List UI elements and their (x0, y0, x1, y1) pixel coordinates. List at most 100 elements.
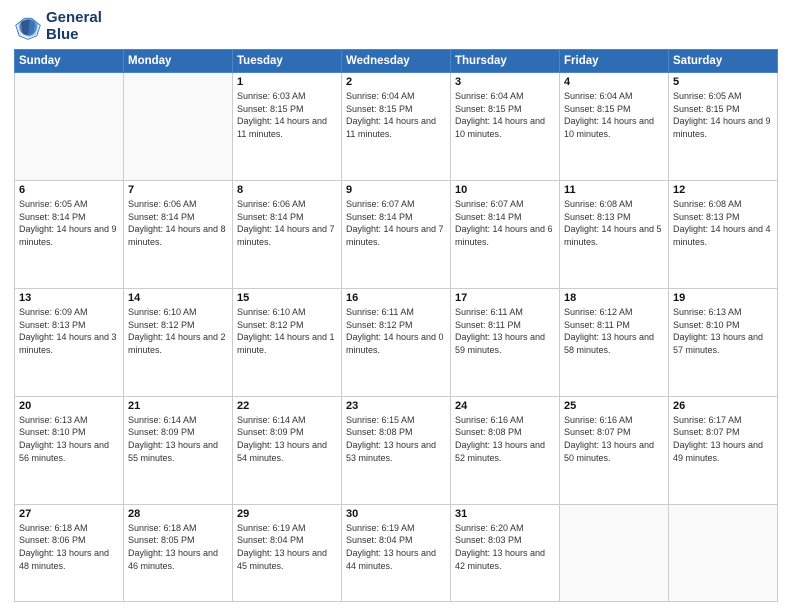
col-header-tuesday: Tuesday (233, 50, 342, 73)
day-info: Sunrise: 6:15 AM Sunset: 8:08 PM Dayligh… (346, 414, 446, 464)
day-info: Sunrise: 6:14 AM Sunset: 8:09 PM Dayligh… (128, 414, 228, 464)
day-info: Sunrise: 6:11 AM Sunset: 8:12 PM Dayligh… (346, 306, 446, 356)
calendar-cell: 2 Sunrise: 6:04 AM Sunset: 8:15 PM Daylig… (342, 73, 451, 181)
calendar-cell: 17 Sunrise: 6:11 AM Sunset: 8:11 PM Dayli… (451, 288, 560, 396)
calendar-table: SundayMondayTuesdayWednesdayThursdayFrid… (14, 49, 778, 602)
calendar-cell: 29Sunrise: 6:19 AM Sunset: 8:04 PM Dayli… (233, 504, 342, 601)
day-number: 7 (128, 184, 228, 196)
day-info: Sunrise: 6:11 AM Sunset: 8:11 PM Dayligh… (455, 306, 555, 356)
calendar-cell: 21Sunrise: 6:14 AM Sunset: 8:09 PM Dayli… (124, 396, 233, 504)
calendar-cell: 9 Sunrise: 6:07 AM Sunset: 8:14 PM Daylig… (342, 180, 451, 288)
calendar-cell: 8 Sunrise: 6:06 AM Sunset: 8:14 PM Daylig… (233, 180, 342, 288)
day-info: Sunrise: 6:04 AM Sunset: 8:15 PM Dayligh… (455, 90, 555, 140)
calendar-cell: 14 Sunrise: 6:10 AM Sunset: 8:12 PM Dayli… (124, 288, 233, 396)
calendar-cell: 13 Sunrise: 6:09 AM Sunset: 8:13 PM Dayli… (15, 288, 124, 396)
logo-icon (14, 13, 42, 41)
day-info: Sunrise: 6:04 AM Sunset: 8:15 PM Dayligh… (346, 90, 446, 140)
calendar-cell: 30 Sunrise: 6:19 AM Sunset: 8:04 PM Dayli… (342, 504, 451, 601)
calendar-cell: 16 Sunrise: 6:11 AM Sunset: 8:12 PM Dayli… (342, 288, 451, 396)
day-number: 30 (346, 508, 446, 520)
day-info: Sunrise: 6:20 AM Sunset: 8:03 PM Dayligh… (455, 522, 555, 572)
day-info: Sunrise: 6:08 AM Sunset: 8:13 PM Dayligh… (564, 198, 664, 248)
day-info: Sunrise: 6:14 AM Sunset: 8:09 PM Dayligh… (237, 414, 337, 464)
calendar-cell: 31 Sunrise: 6:20 AM Sunset: 8:03 PM Dayli… (451, 504, 560, 601)
day-info: Sunrise: 6:07 AM Sunset: 8:14 PM Dayligh… (455, 198, 555, 248)
day-number: 1 (237, 76, 337, 88)
day-number: 9 (346, 184, 446, 196)
calendar-cell: 24Sunrise: 6:16 AM Sunset: 8:08 PM Dayli… (451, 396, 560, 504)
day-info: Sunrise: 6:13 AM Sunset: 8:10 PM Dayligh… (673, 306, 773, 356)
day-info: Sunrise: 6:16 AM Sunset: 8:07 PM Dayligh… (564, 414, 664, 464)
day-number: 31 (455, 508, 555, 520)
day-info: Sunrise: 6:12 AM Sunset: 8:11 PM Dayligh… (564, 306, 664, 356)
calendar-week-row: 13 Sunrise: 6:09 AM Sunset: 8:13 PM Dayli… (15, 288, 778, 396)
calendar-cell: 19 Sunrise: 6:13 AM Sunset: 8:10 PM Dayli… (669, 288, 778, 396)
day-info: Sunrise: 6:08 AM Sunset: 8:13 PM Dayligh… (673, 198, 773, 248)
day-info: Sunrise: 6:09 AM Sunset: 8:13 PM Dayligh… (19, 306, 119, 356)
calendar-cell: 3 Sunrise: 6:04 AM Sunset: 8:15 PM Daylig… (451, 73, 560, 181)
day-number: 2 (346, 76, 446, 88)
calendar-cell: 15 Sunrise: 6:10 AM Sunset: 8:12 PM Dayli… (233, 288, 342, 396)
calendar-cell: 5Sunrise: 6:05 AM Sunset: 8:15 PM Daylig… (669, 73, 778, 181)
calendar-cell: 28 Sunrise: 6:18 AM Sunset: 8:05 PM Dayli… (124, 504, 233, 601)
calendar-cell: 22 Sunrise: 6:14 AM Sunset: 8:09 PM Dayli… (233, 396, 342, 504)
day-number: 11 (564, 184, 664, 196)
col-header-monday: Monday (124, 50, 233, 73)
header: General Blue (14, 10, 778, 43)
day-info: Sunrise: 6:06 AM Sunset: 8:14 PM Dayligh… (128, 198, 228, 248)
calendar-cell: 1Sunrise: 6:03 AM Sunset: 8:15 PM Daylig… (233, 73, 342, 181)
calendar-cell: 11 Sunrise: 6:08 AM Sunset: 8:13 PM Dayli… (560, 180, 669, 288)
calendar-cell (560, 504, 669, 601)
calendar-week-row: 6Sunrise: 6:05 AM Sunset: 8:14 PM Daylig… (15, 180, 778, 288)
day-number: 13 (19, 292, 119, 304)
day-number: 17 (455, 292, 555, 304)
day-number: 16 (346, 292, 446, 304)
day-number: 14 (128, 292, 228, 304)
col-header-sunday: Sunday (15, 50, 124, 73)
day-number: 23 (346, 400, 446, 412)
day-info: Sunrise: 6:13 AM Sunset: 8:10 PM Dayligh… (19, 414, 119, 464)
calendar-cell: 4 Sunrise: 6:04 AM Sunset: 8:15 PM Daylig… (560, 73, 669, 181)
calendar-cell (15, 73, 124, 181)
day-number: 25 (564, 400, 664, 412)
calendar-week-row: 20Sunrise: 6:13 AM Sunset: 8:10 PM Dayli… (15, 396, 778, 504)
calendar-cell: 12 Sunrise: 6:08 AM Sunset: 8:13 PM Dayli… (669, 180, 778, 288)
day-info: Sunrise: 6:10 AM Sunset: 8:12 PM Dayligh… (128, 306, 228, 356)
day-info: Sunrise: 6:19 AM Sunset: 8:04 PM Dayligh… (346, 522, 446, 572)
day-number: 28 (128, 508, 228, 520)
day-info: Sunrise: 6:04 AM Sunset: 8:15 PM Dayligh… (564, 90, 664, 140)
day-number: 24 (455, 400, 555, 412)
calendar-cell: 10Sunrise: 6:07 AM Sunset: 8:14 PM Dayli… (451, 180, 560, 288)
day-number: 22 (237, 400, 337, 412)
col-header-wednesday: Wednesday (342, 50, 451, 73)
calendar-week-row: 27Sunrise: 6:18 AM Sunset: 8:06 PM Dayli… (15, 504, 778, 601)
day-number: 3 (455, 76, 555, 88)
day-number: 29 (237, 508, 337, 520)
calendar-cell: 27Sunrise: 6:18 AM Sunset: 8:06 PM Dayli… (15, 504, 124, 601)
day-number: 27 (19, 508, 119, 520)
day-number: 15 (237, 292, 337, 304)
day-number: 5 (673, 76, 773, 88)
day-info: Sunrise: 6:10 AM Sunset: 8:12 PM Dayligh… (237, 306, 337, 356)
col-header-friday: Friday (560, 50, 669, 73)
day-number: 8 (237, 184, 337, 196)
calendar-cell: 18 Sunrise: 6:12 AM Sunset: 8:11 PM Dayli… (560, 288, 669, 396)
day-number: 26 (673, 400, 773, 412)
day-info: Sunrise: 6:07 AM Sunset: 8:14 PM Dayligh… (346, 198, 446, 248)
day-number: 12 (673, 184, 773, 196)
day-number: 18 (564, 292, 664, 304)
day-number: 19 (673, 292, 773, 304)
calendar-cell: 23 Sunrise: 6:15 AM Sunset: 8:08 PM Dayli… (342, 396, 451, 504)
calendar-cell (669, 504, 778, 601)
calendar-cell (124, 73, 233, 181)
day-info: Sunrise: 6:18 AM Sunset: 8:05 PM Dayligh… (128, 522, 228, 572)
day-info: Sunrise: 6:17 AM Sunset: 8:07 PM Dayligh… (673, 414, 773, 464)
day-info: Sunrise: 6:05 AM Sunset: 8:14 PM Dayligh… (19, 198, 119, 248)
col-header-saturday: Saturday (669, 50, 778, 73)
calendar-header-row: SundayMondayTuesdayWednesdayThursdayFrid… (15, 50, 778, 73)
logo: General Blue (14, 10, 102, 43)
calendar-cell: 7 Sunrise: 6:06 AM Sunset: 8:14 PM Daylig… (124, 180, 233, 288)
day-number: 4 (564, 76, 664, 88)
calendar-cell: 20Sunrise: 6:13 AM Sunset: 8:10 PM Dayli… (15, 396, 124, 504)
day-info: Sunrise: 6:06 AM Sunset: 8:14 PM Dayligh… (237, 198, 337, 248)
